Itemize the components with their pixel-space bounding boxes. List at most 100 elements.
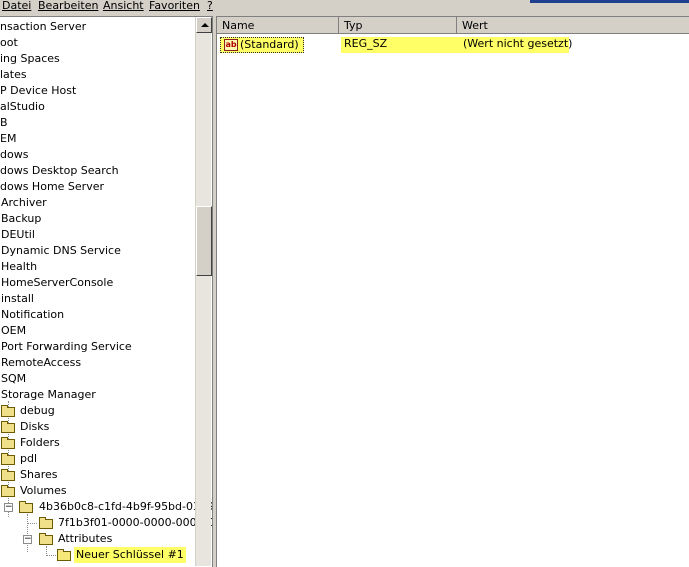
tree-item-label: debug	[20, 404, 55, 417]
tree-item[interactable]: lates	[0, 67, 193, 83]
scroll-up-button[interactable]	[196, 17, 212, 33]
folder-icon	[39, 517, 53, 529]
folder-icon	[1, 437, 15, 449]
folder-icon	[1, 485, 15, 497]
tree-item-label: 4b36b0c8-c1fd-4b9f-95bd-0369	[39, 500, 213, 513]
tree-item-label: 7f1b3f01-0000-0000-0000-0	[58, 516, 213, 529]
tree-item[interactable]: ing Spaces	[0, 51, 193, 67]
tree-item-label: B	[0, 116, 8, 129]
tree-item-label: dows Home Server	[0, 180, 104, 193]
tree-item-label: SQM	[1, 372, 27, 385]
tree-item[interactable]: debug	[0, 403, 193, 419]
folder-icon	[1, 421, 15, 433]
registry-values-pane[interactable]: Name Typ Wert ab (Standard) REG_SZ (Wert…	[216, 16, 689, 567]
tree-item[interactable]: oot	[0, 35, 193, 51]
tree-item[interactable]: Storage Manager	[0, 387, 193, 403]
value-row[interactable]: ab (Standard) REG_SZ (Wert nicht gesetzt…	[217, 35, 689, 53]
tree-item[interactable]: P Device Host	[0, 83, 193, 99]
tree-item[interactable]: EM	[0, 131, 193, 147]
tree-item-selected[interactable]: Neuer Schlüssel #1	[0, 547, 193, 563]
tree-item[interactable]: alStudio	[0, 99, 193, 115]
menu-file[interactable]: Datei	[2, 0, 31, 14]
column-header-type[interactable]: Typ	[339, 17, 457, 34]
title-bar-edge	[530, 0, 689, 3]
tree-item-label: oot	[0, 36, 18, 49]
menu-edit[interactable]: Bearbeiten	[38, 0, 98, 14]
collapse-icon[interactable]: −	[4, 503, 13, 512]
tree-item[interactable]: Port Forwarding Service	[0, 339, 193, 355]
tree-item-label: dows Desktop Search	[0, 164, 119, 177]
tree-item[interactable]: Folders	[0, 435, 193, 451]
tree-item-label: OEM	[1, 324, 27, 337]
tree-item-label: ing Spaces	[0, 52, 60, 65]
menu-bar: Datei Bearbeiten Ansicht Favoriten ?	[0, 0, 689, 14]
tree-item-label: HomeServerConsole	[1, 276, 114, 289]
arrow-up-icon	[201, 23, 209, 27]
tree-item[interactable]: dows	[0, 147, 193, 163]
tree-item-label: Volumes	[20, 484, 67, 497]
tree-item[interactable]: − Attributes	[0, 531, 193, 547]
folder-open-icon	[57, 549, 71, 561]
tree-item[interactable]: − 4b36b0c8-c1fd-4b9f-95bd-0369	[0, 499, 212, 515]
tree-item[interactable]: Dynamic DNS Service	[0, 243, 193, 259]
menu-favorites[interactable]: Favoriten	[149, 0, 200, 14]
tree-item[interactable]: install	[0, 291, 193, 307]
tree-item-label: nsaction Server	[0, 20, 87, 33]
folder-icon	[1, 469, 15, 481]
collapse-icon[interactable]: −	[23, 535, 32, 544]
tree-item[interactable]: dows Home Server	[0, 179, 193, 195]
registry-tree-pane[interactable]: nsaction Server oot ing Spaces lates P D…	[0, 16, 213, 567]
column-header-value[interactable]: Wert	[457, 17, 689, 34]
tree-item-label: Disks	[20, 420, 50, 433]
tree-item-label: Shares	[20, 468, 58, 481]
folder-icon	[19, 501, 33, 513]
tree-item[interactable]: HomeServerConsole	[0, 275, 193, 291]
tree-item[interactable]: Volumes	[0, 483, 193, 499]
tree-item-label: Attributes	[58, 532, 113, 545]
tree-item-label: dows	[0, 148, 29, 161]
tree-item[interactable]: RemoteAccess	[0, 355, 193, 371]
tree-item-label: lates	[0, 68, 27, 81]
tree-item-label: Notification	[1, 308, 65, 321]
tree-item[interactable]: Notification	[0, 307, 193, 323]
tree-item-label: Backup	[1, 212, 42, 225]
tree-item[interactable]: 7f1b3f01-0000-0000-0000-0	[0, 515, 212, 531]
tree-scrollbar[interactable]	[195, 17, 212, 566]
menu-help[interactable]: ?	[207, 0, 213, 14]
string-value-icon: ab	[224, 39, 238, 51]
tree-item[interactable]: Shares	[0, 467, 193, 483]
tree-item[interactable]: Health	[0, 259, 193, 275]
value-name[interactable]: ab (Standard)	[220, 37, 304, 53]
tree-item[interactable]: DEUtil	[0, 227, 193, 243]
tree-item[interactable]: B	[0, 115, 193, 131]
tree-item[interactable]: dows Desktop Search	[0, 163, 193, 179]
tree-item-label: Neuer Schlüssel #1	[74, 547, 186, 563]
tree-item[interactable]: Archiver	[0, 195, 193, 211]
tree-item-label: Dynamic DNS Service	[1, 244, 121, 257]
tree-item[interactable]: OEM	[0, 323, 193, 339]
folder-icon	[39, 533, 53, 545]
column-headers: Name Typ Wert	[217, 17, 689, 34]
tree-item-label: DEUtil	[1, 228, 35, 241]
tree-item-label: Archiver	[1, 196, 47, 209]
tree-item-label: Folders	[20, 436, 60, 449]
menu-view[interactable]: Ansicht	[103, 0, 144, 14]
tree-item-label: Storage Manager	[1, 388, 96, 401]
tree-item[interactable]: Backup	[0, 211, 193, 227]
value-type: REG_SZ	[341, 37, 460, 53]
tree-item-label: pdl	[20, 452, 38, 465]
tree-item[interactable]: nsaction Server	[0, 19, 193, 35]
tree-item-label: RemoteAccess	[1, 356, 82, 369]
tree-item-label: alStudio	[0, 100, 45, 113]
tree-item-label: P Device Host	[0, 84, 77, 97]
folder-icon	[1, 453, 15, 465]
tree-item-label: EM	[0, 132, 17, 145]
tree-item-label: Port Forwarding Service	[1, 340, 132, 353]
tree-item[interactable]: pdl	[0, 451, 193, 467]
tree-item-label: Health	[1, 260, 38, 273]
tree-item[interactable]: SQM	[0, 371, 193, 387]
column-header-name[interactable]: Name	[217, 17, 339, 34]
scroll-thumb[interactable]	[196, 206, 212, 276]
tree-item-label: install	[1, 292, 34, 305]
tree-item[interactable]: Disks	[0, 419, 193, 435]
